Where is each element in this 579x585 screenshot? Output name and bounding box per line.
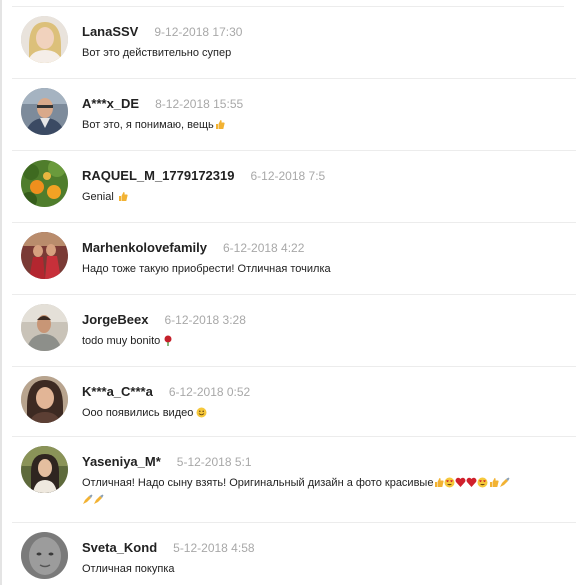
comment-text-body: Отличная покупка: [82, 563, 175, 575]
comment-text: Отличная покупка: [82, 561, 566, 578]
comment-author[interactable]: Yaseniya_M*: [82, 454, 161, 469]
comment-text: Genial: [82, 189, 566, 206]
comment-list: LanaSSV 9-12-2018 17:30 Вот это действите…: [0, 7, 579, 585]
heart-eyes-icon: [444, 477, 455, 488]
comment-date: 5-12-2018 5:1: [176, 455, 252, 469]
thumbs-up-icon: [490, 478, 500, 487]
comment-author[interactable]: JorgeBeex: [82, 312, 148, 327]
avatar[interactable]: [21, 446, 68, 493]
writing-hand-icon: [83, 494, 93, 504]
writing-hand-icon: [500, 477, 510, 487]
comment-date: 6-12-2018 3:28: [164, 313, 246, 327]
comment-text-body: Ооо появились видео: [82, 407, 197, 419]
avatar[interactable]: [21, 160, 68, 207]
comment-meta: RAQUEL_M_1779172319 6-12-2018 7:5: [82, 168, 325, 184]
avatar[interactable]: [21, 532, 68, 579]
thumbs-up-icon: [118, 192, 128, 201]
comment-author[interactable]: RAQUEL_M_1779172319: [82, 168, 234, 183]
comment-item: LanaSSV 9-12-2018 17:30 Вот это действите…: [12, 7, 576, 79]
thumbs-up-icon: [435, 478, 445, 487]
comment-date: 6-12-2018 0:52: [168, 385, 251, 399]
avatar[interactable]: [21, 88, 68, 135]
comment-text-body: Вот это, я понимаю, вещь: [82, 119, 214, 131]
comment-date: 8-12-2018 15:55: [155, 97, 244, 111]
comments-page: LanaSSV 9-12-2018 17:30 Вот это действите…: [0, 0, 579, 585]
comment-author[interactable]: A***x_DE: [82, 96, 139, 111]
comment-text-body: Надо тоже такую приобрести! Отличная точ…: [82, 263, 331, 275]
comment-item: Yaseniya_M* 5-12-2018 5:1 Отличная! Надо …: [12, 437, 576, 523]
comment-author[interactable]: K***a_C***a: [82, 384, 153, 399]
comment-text-body: todo muy bonito: [82, 335, 164, 347]
comment-meta: K***a_C***a 6-12-2018 0:52: [82, 384, 250, 400]
comment-author[interactable]: LanaSSV: [82, 24, 138, 39]
comment-text-body: Genial: [82, 191, 117, 203]
comment-text: todo muy bonito: [82, 333, 566, 350]
comment-meta: A***x_DE 8-12-2018 15:55: [82, 96, 243, 112]
comment-text: Отличная! Надо сыну взять! Оригинальный …: [82, 475, 566, 509]
avatar[interactable]: [21, 232, 68, 279]
rose-icon: [164, 335, 172, 346]
comment-meta: Yaseniya_M* 5-12-2018 5:1: [82, 454, 252, 470]
comment-meta: LanaSSV 9-12-2018 17:30: [82, 24, 242, 40]
writing-hand-icon: [94, 494, 104, 504]
comment-text: Вот это действительно супер: [82, 45, 566, 62]
comment-meta: Sveta_Kond 5-12-2018 4:58: [82, 540, 255, 556]
comment-author[interactable]: Marhenkolovefamily: [82, 240, 207, 255]
hearts-icon: [455, 477, 477, 487]
comment-date: 5-12-2018 4:58: [173, 541, 255, 555]
heart-eyes-icon: [477, 477, 488, 488]
comment-author[interactable]: Sveta_Kond: [82, 540, 157, 555]
avatar[interactable]: [21, 376, 68, 423]
comment-meta: Marhenkolovefamily 6-12-2018 4:22: [82, 240, 304, 256]
comment-meta: JorgeBeex 6-12-2018 3:28: [82, 312, 246, 328]
comment-item: A***x_DE 8-12-2018 15:55 Вот это, я поним…: [12, 79, 576, 151]
comment-text: Надо тоже такую приобрести! Отличная точ…: [82, 261, 566, 278]
thumbs-up-icon: [215, 120, 225, 129]
smiley-icon: [196, 407, 207, 418]
comment-text-body: Отличная! Надо сыну взять! Оригинальный …: [82, 477, 434, 489]
comment-item: JorgeBeex 6-12-2018 3:28 todo muy bonito: [12, 295, 576, 367]
comment-item: Sveta_Kond 5-12-2018 4:58 Отличная покупк…: [12, 523, 576, 585]
comment-date: 6-12-2018 7:5: [250, 169, 326, 183]
comment-text: Вот это, я понимаю, вещь: [82, 117, 566, 134]
avatar[interactable]: [21, 16, 68, 63]
comment-item: RAQUEL_M_1779172319 6-12-2018 7:5 Genial: [12, 151, 576, 223]
comment-item: Marhenkolovefamily 6-12-2018 4:22 Надо то…: [12, 223, 576, 295]
comment-text-body: Вот это действительно супер: [82, 47, 232, 59]
comment-date: 6-12-2018 4:22: [223, 241, 305, 255]
comment-date: 9-12-2018 17:30: [154, 25, 243, 39]
avatar[interactable]: [21, 304, 68, 351]
comment-text: Ооо появились видео: [82, 405, 566, 422]
comment-item: K***a_C***a 6-12-2018 0:52 Ооо появились …: [12, 367, 576, 437]
